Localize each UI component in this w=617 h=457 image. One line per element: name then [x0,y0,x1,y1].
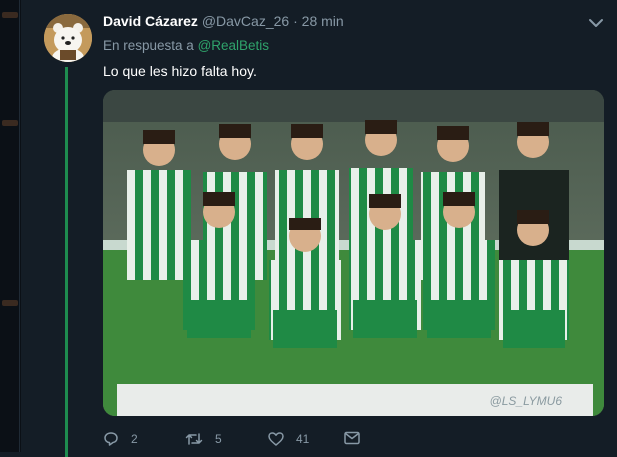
chevron-down-icon[interactable] [587,14,605,32]
reply-mention-link[interactable]: @RealBetis [198,38,269,53]
like-count: 41 [296,432,310,446]
retweet-icon [185,433,203,445]
left-sidebar-strip [0,0,21,452]
image-watermark: @LS_LYMU6 [489,394,562,408]
team-photo [103,90,604,416]
bear-avatar-icon [44,14,92,62]
retweet-button[interactable]: 5 [185,431,222,447]
reply-context: En respuesta a @RealBetis [103,38,269,53]
reply-prefix: En respuesta a [103,38,194,53]
thread-line [65,67,68,457]
heart-icon [268,432,284,446]
direct-message-button[interactable] [344,431,372,445]
user-handle[interactable]: @DavCaz_26 [202,13,289,29]
tweet-header: David Cázarez @DavCaz_26 · 28 min [103,13,344,29]
separator: · [289,13,302,29]
like-button[interactable]: 41 [268,431,309,447]
strip-decoration [2,12,18,18]
envelope-icon [344,431,360,445]
avatar[interactable] [44,14,92,62]
tweet-text: Lo que les hizo falta hoy. [103,63,257,79]
display-name[interactable]: David Cázarez [103,13,198,29]
reply-icon [104,432,118,446]
reply-button[interactable]: 2 [103,431,138,447]
timestamp[interactable]: 28 min [302,13,344,29]
strip-decoration [2,300,18,306]
reply-count: 2 [131,432,138,446]
tweet-image[interactable]: @LS_LYMU6 [103,90,604,416]
strip-decoration [2,120,18,126]
tweet-actions: 2 5 41 [103,431,503,451]
retweet-count: 5 [215,432,222,446]
